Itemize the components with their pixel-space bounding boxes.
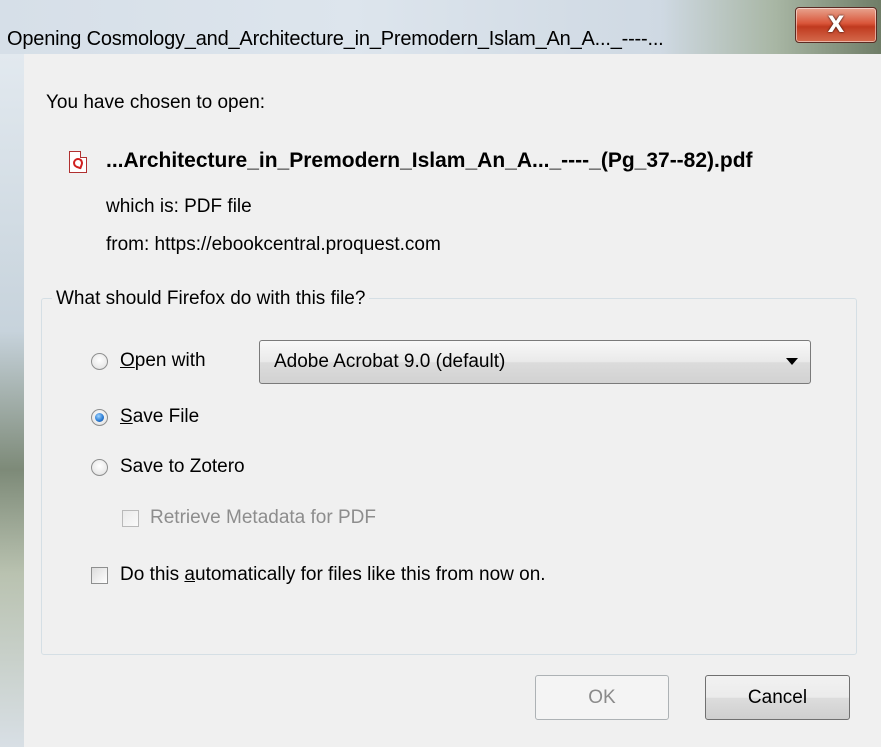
open-with-app-value: Adobe Acrobat 9.0 (default): [274, 351, 506, 372]
retrieve-metadata-label: Retrieve Metadata for PDF: [150, 507, 376, 528]
auto-label-post: utomatically for files like this from no…: [195, 564, 546, 585]
dialog-body: You have chosen to open: ...Architecture…: [24, 54, 881, 747]
auto-action-checkbox[interactable]: [91, 567, 108, 584]
intro-label: You have chosen to open:: [46, 92, 266, 113]
open-with-label-rest: pen with: [134, 350, 206, 371]
save-file-label[interactable]: Save File: [120, 406, 199, 428]
open-with-app-select[interactable]: Adobe Acrobat 9.0 (default): [259, 340, 811, 384]
close-icon: X: [827, 12, 845, 38]
ok-button[interactable]: OK: [535, 675, 669, 720]
cancel-button[interactable]: Cancel: [705, 675, 850, 720]
pdf-file-icon: [69, 151, 87, 173]
open-with-label[interactable]: Open with: [120, 350, 206, 372]
auto-label-pre: Do this: [120, 564, 185, 585]
auto-action-label[interactable]: Do this automatically for files like thi…: [120, 564, 546, 586]
file-name: ...Architecture_in_Premodern_Islam_An_A.…: [106, 149, 753, 172]
save-to-zotero-radio[interactable]: [91, 459, 108, 476]
open-with-radio[interactable]: [91, 353, 108, 370]
chevron-down-icon: [786, 358, 798, 365]
file-source: from: https://ebookcentral.proquest.com: [106, 234, 441, 255]
file-type: which is: PDF file: [106, 196, 252, 217]
close-button[interactable]: X: [795, 7, 877, 43]
auto-label-accel: a: [184, 564, 195, 585]
save-file-radio[interactable]: [91, 409, 108, 426]
save-file-label-rest: ave File: [132, 406, 200, 427]
action-group-label: What should Firefox do with this file?: [52, 288, 370, 310]
save-to-zotero-label[interactable]: Save to Zotero: [120, 456, 245, 478]
title-bar[interactable]: Opening Cosmology_and_Architecture_in_Pr…: [0, 0, 881, 54]
retrieve-metadata-checkbox[interactable]: [122, 510, 139, 527]
window-title: Opening Cosmology_and_Architecture_in_Pr…: [7, 28, 664, 50]
save-file-accel: S: [120, 406, 133, 427]
open-with-accel: O: [120, 350, 135, 371]
window-frame-left: [0, 54, 24, 747]
